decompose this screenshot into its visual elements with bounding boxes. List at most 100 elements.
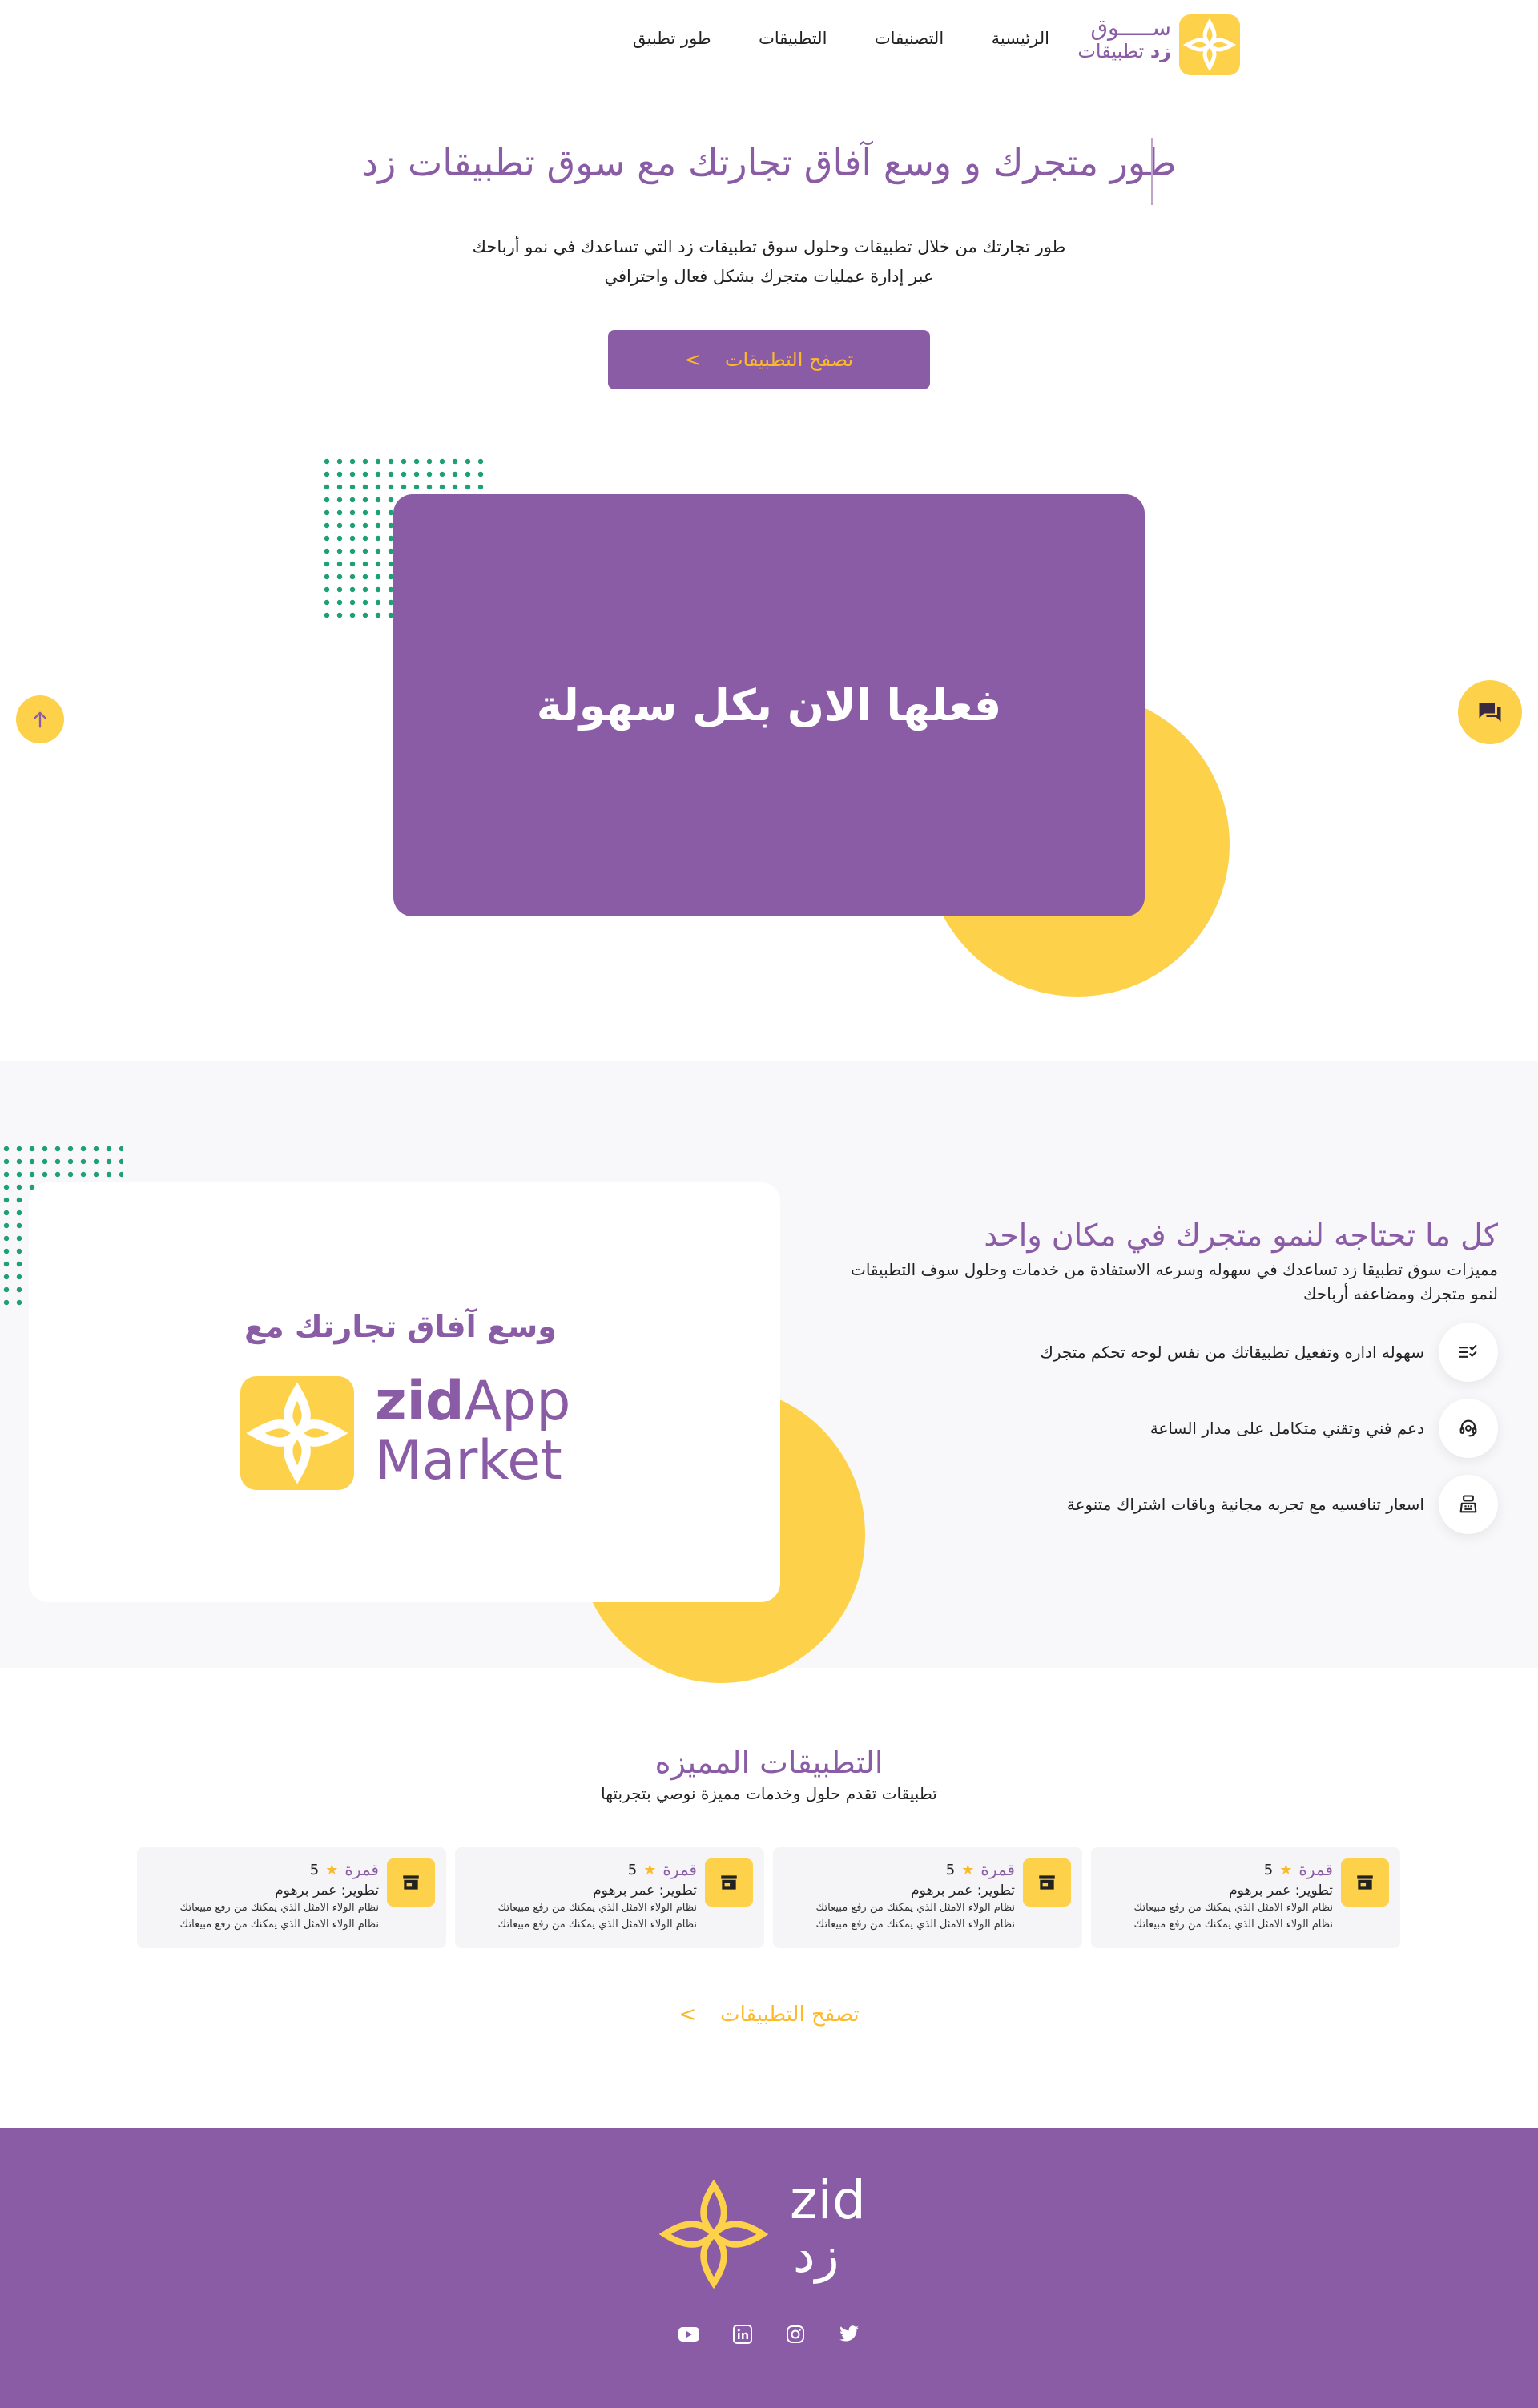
features-description-line-1: مميزات سوق تطبيقا زد تساعدك في سهوله وسر… (851, 1260, 1498, 1279)
app-description-line-1: نظام الولاء الامثل الذي يمكنك من رفع مبي… (497, 1902, 697, 1914)
feature-item: اسعار تنافسيه مع تجربه مجانية وباقات اشت… (849, 1475, 1498, 1534)
feature-item-text: دعم فني وتقني متكامل على مدار الساعة (1149, 1419, 1424, 1438)
chat-button[interactable] (1458, 680, 1522, 744)
app-card[interactable]: قمرة ★ 5 تطوير: عمر برهوم نظام الولاء ال… (455, 1847, 764, 1948)
star-icon: ★ (961, 1861, 975, 1878)
app-card-header: قمرة ★ 5 (465, 1860, 697, 1879)
logo-line-2: زد تطبيقات (1075, 41, 1171, 62)
hero-banner-text: فعلها الان بكل سهولة (536, 680, 1002, 731)
app-card-info: قمرة ★ 5 تطوير: عمر برهوم نظام الولاء ال… (147, 1860, 379, 1932)
hero-title: طور متجرك و وسع آفاق تجارتك مع سوق تطبيق… (361, 141, 1177, 184)
app-developer: تطوير: عمر برهوم (275, 1883, 379, 1899)
app-name[interactable]: قمرة (1298, 1860, 1333, 1879)
zid-logo-mark-icon (654, 2174, 774, 2294)
store-icon (1341, 1858, 1389, 1907)
checklist-icon (1439, 1323, 1498, 1382)
app-market-card-title: وسع آفاق تجارتك مع (244, 1309, 557, 1344)
logo-line-2-text: تطبيقات (1077, 39, 1145, 62)
nav-link-apps[interactable]: التطبيقات (759, 29, 827, 61)
app-card-info: قمرة ★ 5 تطوير: عمر برهوم نظام الولاء ال… (783, 1860, 1015, 1932)
app-card-header: قمرة ★ 5 (147, 1860, 379, 1879)
app-card-info: قمرة ★ 5 تطوير: عمر برهوم نظام الولاء ال… (465, 1860, 697, 1932)
browse-apps-link[interactable]: تصفح التطبيقات > (609, 2003, 929, 2027)
twitter-icon[interactable] (833, 2318, 865, 2350)
star-icon: ★ (1279, 1861, 1293, 1878)
featured-apps-subtitle: تطبيقات تقدم حلول وخدمات مميزة نوصي بتجر… (601, 1784, 937, 1803)
logo-line-2-bold: زد (1149, 39, 1171, 62)
scroll-to-top-button[interactable] (16, 695, 64, 743)
chevron-left-icon: > (684, 348, 701, 371)
market-logo-app: App (464, 1370, 571, 1433)
chat-icon (1479, 703, 1501, 722)
feature-item-text: اسعار تنافسيه مع تجربه مجانية وباقات اشت… (1066, 1495, 1424, 1514)
app-description-line-2: نظام الولاء الامثل الذي يمكنك من رفع مبي… (1133, 1919, 1333, 1931)
footer-logo[interactable]: zid زد (654, 2174, 886, 2294)
features-description-line-2: لنمو متجرك ومضاعفه أرباحك (1303, 1284, 1498, 1303)
site-logo[interactable]: ســـــوق زد تطبيقات (1077, 14, 1240, 75)
app-description-line-2: نظام الولاء الامثل الذي يمكنك من رفع مبي… (497, 1919, 697, 1931)
linkedin-icon[interactable] (727, 2318, 759, 2350)
market-logo-zid: zid (375, 1370, 465, 1433)
typing-caret (1151, 138, 1154, 205)
app-developer: تطوير: عمر برهوم (911, 1883, 1015, 1899)
app-name[interactable]: قمرة (662, 1860, 697, 1879)
footer-logo-ar: زد (793, 2225, 839, 2284)
store-icon (705, 1858, 753, 1907)
zid-app-market-logo: zidApp Market (240, 1375, 570, 1493)
social-links (673, 2318, 865, 2350)
chevron-left-icon: > (678, 2003, 697, 2027)
features-description: مميزات سوق تطبيقا زد تساعدك في سهوله وسر… (833, 1258, 1498, 1306)
app-description-line-2: نظام الولاء الامثل الذي يمكنك من رفع مبي… (815, 1919, 1015, 1931)
hero-banner-card: فعلها الان بكل سهولة (393, 494, 1145, 916)
app-card-header: قمرة ★ 5 (783, 1860, 1015, 1879)
zid-logo-mark-icon (240, 1376, 354, 1490)
browse-apps-button[interactable]: تصفح التطبيقات > (608, 330, 930, 389)
zid-logo-mark-icon (1179, 14, 1240, 75)
browse-apps-button-label: تصفح التطبيقات (724, 348, 854, 371)
nav-link-categories[interactable]: التصنيفات (875, 29, 944, 61)
app-card-header: قمرة ★ 5 (1101, 1860, 1333, 1879)
features-title: كل ما تحتاجه لنمو متجرك في مكان واحد (984, 1218, 1498, 1253)
app-name[interactable]: قمرة (980, 1860, 1015, 1879)
feature-item-text: سهوله اداره وتفعيل تطبيقاتك من نفس لوحه … (1040, 1343, 1424, 1362)
logo-wordmark: ســـــوق زد تطبيقات (1075, 14, 1171, 62)
instagram-icon[interactable] (779, 2318, 811, 2350)
app-description-line-1: نظام الولاء الامثل الذي يمكنك من رفع مبي… (179, 1902, 379, 1914)
footer-logo-en: zid (790, 2169, 866, 2231)
main-nav: الرئيسية التصنيفات التطبيقات طور تطبيق (633, 29, 1049, 61)
youtube-icon[interactable] (673, 2318, 705, 2350)
store-icon (387, 1858, 435, 1907)
market-logo-market: Market (375, 1429, 562, 1492)
nav-link-home[interactable]: الرئيسية (992, 29, 1049, 61)
hero-subtitle-line-2: عبر إدارة عمليات متجرك بشكل فعال واحتراف… (604, 267, 934, 286)
arrow-up-icon (33, 711, 47, 728)
market-logo-line-1: zidApp (375, 1375, 570, 1429)
nav-link-develop-app[interactable]: طور تطبيق (633, 29, 711, 61)
logo-line-1: ســـــوق (1090, 14, 1171, 41)
app-card[interactable]: قمرة ★ 5 تطوير: عمر برهوم نظام الولاء ال… (137, 1847, 446, 1948)
app-developer: تطوير: عمر برهوم (593, 1883, 697, 1899)
app-rating: 5 (945, 1861, 956, 1878)
star-icon: ★ (643, 1861, 657, 1878)
app-rating: 5 (627, 1861, 638, 1878)
feature-item: سهوله اداره وتفعيل تطبيقاتك من نفس لوحه … (849, 1323, 1498, 1382)
app-rating: 5 (309, 1861, 320, 1878)
support-agent-icon (1439, 1399, 1498, 1458)
app-name[interactable]: قمرة (344, 1860, 379, 1879)
browse-apps-link-label: تصفح التطبيقات (720, 2003, 860, 2027)
app-developer: تطوير: عمر برهوم (1229, 1883, 1333, 1899)
app-rating: 5 (1263, 1861, 1274, 1878)
cash-register-icon (1439, 1475, 1498, 1534)
hero-subtitle-line-1: طور تجارتك من خلال تطبيقات وحلول سوق تطب… (472, 237, 1066, 256)
app-card[interactable]: قمرة ★ 5 تطوير: عمر برهوم نظام الولاء ال… (1091, 1847, 1400, 1948)
app-description-line-2: نظام الولاء الامثل الذي يمكنك من رفع مبي… (179, 1919, 379, 1931)
app-description-line-1: نظام الولاء الامثل الذي يمكنك من رفع مبي… (815, 1902, 1015, 1914)
app-card[interactable]: قمرة ★ 5 تطوير: عمر برهوم نظام الولاء ال… (773, 1847, 1082, 1948)
app-card-info: قمرة ★ 5 تطوير: عمر برهوم نظام الولاء ال… (1101, 1860, 1333, 1932)
store-icon (1023, 1858, 1071, 1907)
star-icon: ★ (325, 1861, 339, 1878)
hero-subtitle: طور تجارتك من خلال تطبيقات وحلول سوق تطب… (401, 232, 1137, 292)
featured-apps-title: التطبيقات المميزه (654, 1745, 884, 1780)
feature-item: دعم فني وتقني متكامل على مدار الساعة (849, 1399, 1498, 1458)
app-description-line-1: نظام الولاء الامثل الذي يمكنك من رفع مبي… (1133, 1902, 1333, 1914)
